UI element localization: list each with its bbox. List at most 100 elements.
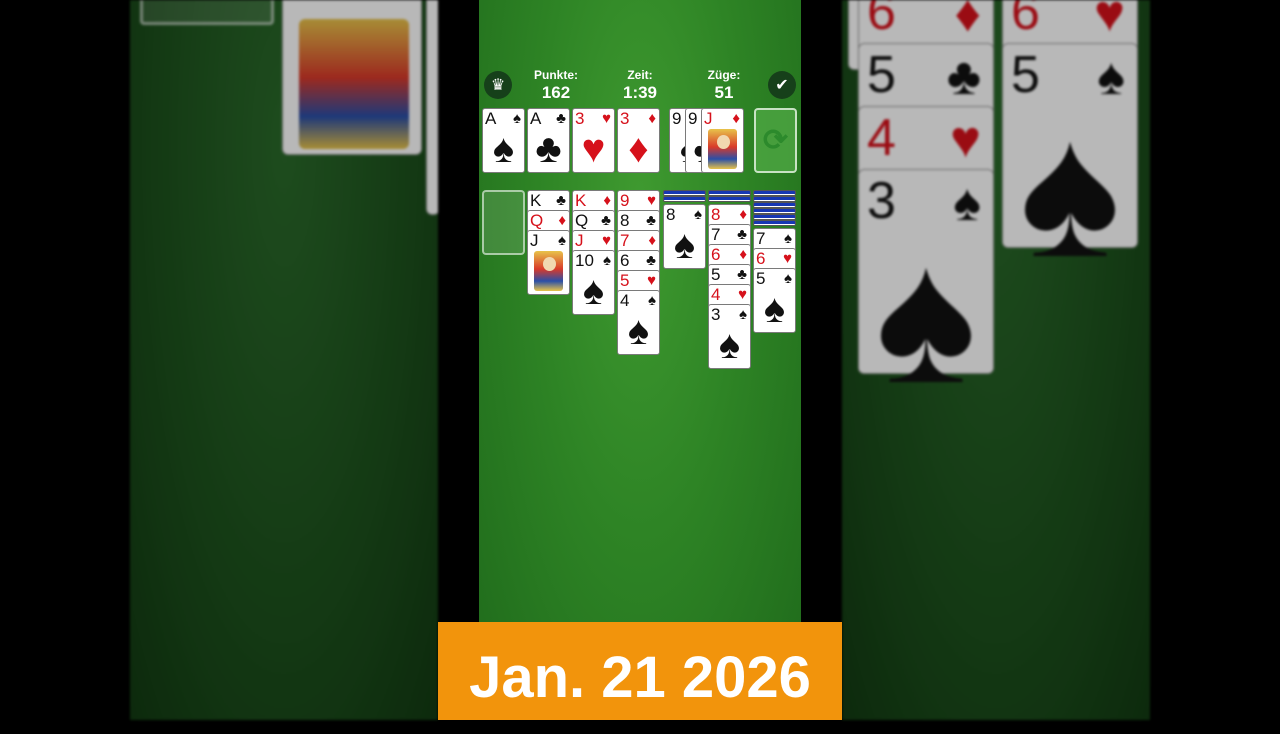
card-suit-icon: ♦ [739, 246, 747, 263]
face-down-card [753, 220, 796, 226]
face-down-card [663, 196, 706, 202]
playing-card[interactable]: 3 ♥ ♥ [572, 108, 615, 173]
playing-card[interactable]: A ♠ ♠ [482, 108, 525, 173]
card-suit-icon: ♦ [648, 110, 656, 127]
playing-card[interactable]: J ♠ [527, 230, 570, 295]
card-rank: 3 [711, 305, 721, 324]
playing-card[interactable]: 5 ♠ ♠ [753, 268, 796, 333]
playing-card[interactable]: J ♦ [701, 108, 744, 173]
card-rank: 8 [620, 211, 630, 230]
tableau-empty-slot[interactable] [482, 190, 525, 255]
card-center-suit-icon: ♠ [627, 309, 650, 353]
card-center-suit-icon: ♠ [673, 223, 696, 267]
card-rank: 9 [672, 109, 682, 128]
background-card-edge [426, 0, 438, 215]
card-rank: A [530, 109, 542, 128]
card-rank: 7 [620, 231, 630, 250]
playing-card[interactable]: 4 ♠ ♠ [617, 290, 660, 355]
card-rank: 6 [620, 251, 630, 270]
card-suit-icon: ♥ [647, 272, 656, 289]
card-suit-icon: ♣ [556, 192, 566, 209]
card-rank: 4 [711, 285, 721, 304]
score-display: Punkte: 162 [511, 68, 601, 104]
card-rank: J [530, 231, 539, 250]
card-rank: J [704, 109, 713, 128]
card-rank: J [575, 231, 584, 250]
card-suit-icon: ♦ [648, 232, 656, 249]
card-suit-icon: ♠ [603, 252, 611, 269]
card-suit-icon: ♥ [950, 111, 981, 169]
background-empty-slot [140, 0, 274, 25]
card-center-suit-icon: ♠ [492, 127, 515, 171]
card-suit-icon: ♥ [602, 232, 611, 249]
jack-face-art [299, 19, 409, 149]
card-rank: 3 [575, 109, 585, 128]
card-rank: 5 [711, 265, 721, 284]
score-label: Punkte: [533, 68, 578, 82]
card-suit-icon: ♣ [556, 110, 566, 127]
card-suit-icon: ♣ [601, 212, 611, 229]
card-suit-icon: ♠ [694, 206, 702, 223]
card-suit-icon: ♣ [946, 48, 981, 106]
card-rank: 6 [756, 249, 766, 268]
card-suit-icon: ♣ [646, 212, 656, 229]
card-suit-icon: ♠ [513, 110, 521, 127]
card-rank: 3 [620, 109, 630, 128]
card-rank: 5 [756, 269, 766, 288]
card-suit-icon: ♣ [737, 226, 747, 243]
time-label: Zeit: [627, 68, 653, 82]
card-suit-icon: ♣ [646, 252, 656, 269]
card-rank: K [575, 191, 587, 210]
check-icon[interactable]: ✔ [768, 71, 796, 99]
face-card-art [708, 129, 737, 169]
card-suit-icon: ♥ [602, 110, 611, 127]
time-value: 1:39 [622, 83, 658, 102]
card-center-suit-icon: ♠ [875, 211, 977, 423]
card-center-suit-icon: ♠ [718, 323, 741, 367]
card-suit-icon: ♦ [558, 212, 566, 229]
playing-card[interactable]: 3 ♠ ♠ [708, 304, 751, 369]
card-rank: 6 [1011, 0, 1040, 41]
card-suit-icon: ♠ [739, 306, 747, 323]
card-rank: 9 [620, 191, 630, 210]
crown-icon[interactable]: ♛ [484, 71, 512, 99]
card-suit-icon: ♠ [648, 292, 656, 309]
playing-card[interactable]: 3 ♦ ♦ [617, 108, 660, 173]
card-rank: K [530, 191, 542, 210]
face-down-card [708, 196, 751, 202]
card-suit-icon: ♠ [784, 230, 792, 247]
playing-card[interactable]: A ♣ ♣ [527, 108, 570, 173]
card-suit-icon: ♥ [1094, 0, 1125, 43]
card-rank: Q [575, 211, 589, 230]
card-suit-icon: ♥ [783, 250, 792, 267]
card-rank: 7 [711, 225, 721, 244]
card-suit-icon: ♠ [784, 270, 792, 287]
time-display: Zeit: 1:39 [595, 68, 685, 104]
card-suit-icon: ♦ [732, 110, 740, 127]
score-value: 162 [541, 83, 571, 102]
card-center-suit-icon: ♣ [535, 127, 562, 171]
date-banner: Jan. 21 2026 [438, 622, 842, 720]
playing-card[interactable]: 10 ♠ ♠ [572, 250, 615, 315]
card-center-suit-icon: ♦ [628, 127, 649, 171]
recycle-icon: ⟳ [762, 124, 789, 157]
card-rank: A [485, 109, 497, 128]
stock-recycle-button[interactable]: ⟳ [754, 108, 797, 173]
card-suit-icon: ♠ [558, 232, 566, 249]
moves-label: Züge: [707, 68, 741, 82]
card-suit-icon: ♥ [738, 286, 747, 303]
card-center-suit-icon: ♠ [763, 287, 786, 331]
card-rank: 9 [688, 109, 698, 128]
background-playing-card: 5 ♠ ♠ [1002, 43, 1138, 286]
card-rank: 4 [867, 109, 896, 167]
card-rank: 8 [666, 205, 676, 224]
card-rank: 7 [756, 229, 766, 248]
playing-card[interactable]: 8 ♠ ♠ [663, 204, 706, 269]
card-rank: 5 [867, 46, 896, 104]
solitaire-board: ♛ Punkte: 162 Zeit: 1:39 Züge: 51 ✔ A ♠ ♠ A… [479, 0, 801, 720]
background-playing-card: 3 ♠ ♠ [858, 169, 994, 412]
card-suit-icon: ♣ [737, 266, 747, 283]
card-suit-icon: ♦ [603, 192, 611, 209]
background-jack-card [282, 0, 422, 155]
card-suit-icon: ♦ [739, 206, 747, 223]
